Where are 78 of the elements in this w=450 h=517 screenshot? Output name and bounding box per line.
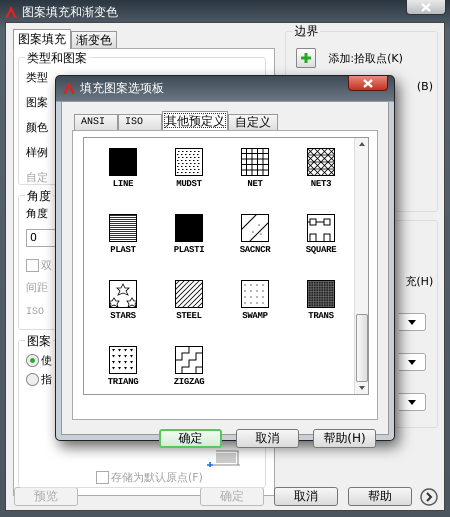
pattern-name: TRANS <box>308 311 334 321</box>
pattern-name: ZIGZAG <box>174 377 204 387</box>
pattern-name: LINE <box>112 179 134 189</box>
dropdown[interactable] <box>399 353 426 371</box>
pattern-name: SQUARE <box>306 245 336 255</box>
dialog-button[interactable]: 帮助(H) <box>313 429 376 448</box>
checkbox-label: 存储为默认原点(F) <box>111 470 203 484</box>
pattern-name: STARS <box>110 311 136 321</box>
pattern-name: STEEL <box>176 311 202 321</box>
hatch-pattern-icon[interactable] <box>241 214 269 242</box>
dropdown[interactable] <box>399 393 426 411</box>
group-title: 图案 <box>25 333 53 350</box>
hatch-pattern-icon[interactable] <box>307 148 335 176</box>
field-label: 样例 <box>26 145 48 161</box>
pattern-name: TRIANG <box>108 377 138 387</box>
field-label: 间距 <box>26 280 48 296</box>
add-select-label: (B) <box>416 80 433 92</box>
radio-label: 指 <box>41 372 52 387</box>
origin-preview-icon <box>204 449 240 467</box>
hatch-pattern-icon[interactable] <box>175 148 203 176</box>
tab[interactable]: 渐变色 <box>71 31 117 48</box>
hatch-pattern-icon[interactable] <box>307 214 335 242</box>
app-logo-icon <box>4 5 18 19</box>
tab[interactable]: ANSI <box>74 114 118 130</box>
hatch-pattern-icon[interactable] <box>175 346 203 374</box>
hatch-pattern-icon[interactable] <box>109 280 137 308</box>
pattern-name: PLAST <box>110 245 136 255</box>
field-label: ISO <box>26 306 44 320</box>
radio-button[interactable] <box>26 354 39 367</box>
pattern-name: PLASTI <box>174 245 204 255</box>
dropdown[interactable] <box>399 313 426 331</box>
field-label: 自定 <box>26 170 48 186</box>
hatch-pattern-icon[interactable] <box>109 214 137 242</box>
pattern-name: SACNCR <box>240 245 270 255</box>
tab[interactable]: 自定义 <box>228 114 278 130</box>
dialog-title: 填充图案选项板 <box>80 80 164 96</box>
close-button[interactable] <box>406 0 446 15</box>
pattern-name: MUDST <box>176 179 202 189</box>
caret-icon <box>408 400 416 404</box>
radio-label: 使 <box>41 353 52 368</box>
field-label: 图案 <box>26 95 48 111</box>
hatch-pattern-icon[interactable] <box>241 148 269 176</box>
add-pick-points-label: 添加:拾取点(K) <box>328 50 403 66</box>
dialog-button[interactable]: 取消 <box>236 429 299 448</box>
hatch-pattern-icon[interactable] <box>241 280 269 308</box>
field-label: 类型 <box>26 70 48 86</box>
caret-icon <box>408 360 416 364</box>
pattern-name: NET <box>247 179 263 189</box>
pattern-name: SWAMP <box>242 311 268 321</box>
radio-button[interactable] <box>26 373 39 386</box>
plus-icon <box>300 52 312 64</box>
app-logo-icon <box>62 81 76 95</box>
dialog-button[interactable]: 帮助 <box>348 487 412 506</box>
hatch-pattern-icon[interactable] <box>109 346 137 374</box>
field-label: 角度 <box>26 206 48 222</box>
pattern-name: NET3 <box>310 179 332 189</box>
close-button[interactable] <box>348 76 388 91</box>
scroll-down-icon[interactable] <box>358 386 364 390</box>
option-label: 充(H) <box>405 274 434 288</box>
close-icon <box>421 2 431 12</box>
checkbox[interactable] <box>96 470 109 484</box>
checkbox-label: 双 <box>41 258 52 273</box>
dialog-button[interactable]: 取消 <box>274 487 338 506</box>
checkbox[interactable] <box>26 259 39 272</box>
group-title: 类型和图案 <box>25 50 89 67</box>
tab[interactable]: 其他预定义 <box>162 111 228 130</box>
hatch-pattern-icon[interactable] <box>175 280 203 308</box>
tab[interactable]: 图案填充 <box>13 29 71 49</box>
scroll-up-icon[interactable] <box>358 142 364 146</box>
scrollbar-thumb[interactable] <box>356 314 368 382</box>
dialog-button[interactable]: 确定 <box>159 429 222 448</box>
caret-icon <box>408 320 416 324</box>
close-icon <box>363 78 373 88</box>
add-button[interactable] <box>296 48 316 68</box>
tab[interactable]: ISO <box>118 114 162 130</box>
field-label: 颜色 <box>26 120 48 136</box>
window-title: 图案填充和渐变色 <box>22 4 118 20</box>
scrollbar[interactable] <box>354 138 368 394</box>
